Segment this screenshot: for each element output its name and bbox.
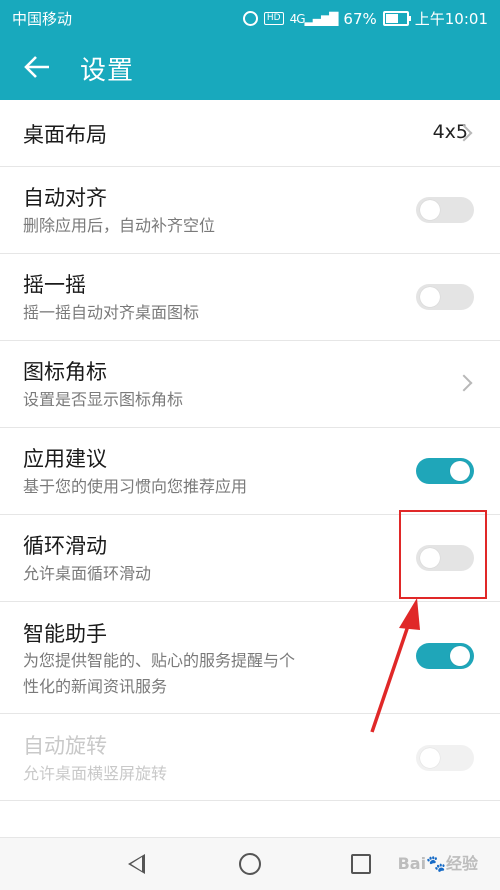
toggle-knob (420, 200, 440, 220)
auto-align-toggle[interactable] (416, 197, 474, 223)
app-bar: 设置 (0, 34, 500, 100)
setting-smart-assistant[interactable]: 智能助手 为您提供智能的、贴心的服务提醒与个 性化的新闻资讯服务 (0, 602, 500, 714)
battery-icon (382, 11, 411, 26)
battery-fill (385, 14, 398, 23)
setting-title: 桌面布局 (23, 123, 107, 147)
nav-home-icon[interactable] (239, 853, 261, 875)
setting-subtitle: 允许桌面循环滑动 (23, 564, 152, 583)
toggle-knob (420, 287, 440, 307)
setting-icon-badge[interactable]: 图标角标 设置是否显示图标角标 (0, 341, 500, 428)
back-arrow-icon[interactable] (22, 52, 52, 82)
setting-subtitle: 基于您的使用习惯向您推荐应用 (23, 477, 248, 496)
setting-title: 图标角标 (23, 360, 107, 384)
setting-title: 循环滑动 (23, 534, 107, 558)
status-icons: HD 4G▂▄▆█ 67% 上午10:01 (242, 8, 488, 29)
clock: 上午10:01 (414, 10, 488, 28)
setting-title: 摇一摇 (23, 273, 86, 297)
toggle-knob (420, 748, 440, 768)
watermark-logo: Bai🐾经验 (397, 854, 478, 873)
hd-icon: HD (263, 12, 284, 25)
settings-list: 桌面布局 4x5 自动对齐 删除应用后，自动补齐空位 摇一摇 摇一摇自动对齐桌面… (0, 100, 500, 801)
app-suggest-toggle[interactable] (416, 458, 474, 484)
signal-icon: 4G▂▄▆█ (289, 11, 339, 26)
battery-percent: 67% (343, 9, 377, 28)
navigation-bar: Bai🐾经验 (0, 837, 500, 890)
page-title: 设置 (80, 56, 135, 86)
setting-subtitle: 允许桌面横竖屏旋转 (23, 764, 168, 783)
setting-subtitle-line1: 为您提供智能的、贴心的服务提醒与个 (23, 651, 296, 670)
toggle-knob (450, 461, 470, 481)
nav-recent-apps-icon[interactable] (351, 854, 371, 874)
nav-back-icon[interactable] (128, 854, 145, 874)
status-bar: 中国移动 HD 4G▂▄▆█ 67% 上午10:01 (0, 0, 500, 34)
shake-toggle[interactable] (416, 284, 474, 310)
setting-subtitle: 摇一摇自动对齐桌面图标 (23, 303, 200, 322)
auto-rotate-toggle (416, 745, 474, 771)
annotation-highlight-box (399, 510, 487, 599)
setting-subtitle: 设置是否显示图标角标 (23, 390, 184, 409)
smart-assistant-toggle[interactable] (416, 643, 474, 669)
setting-auto-align[interactable]: 自动对齐 删除应用后，自动补齐空位 (0, 167, 500, 254)
setting-auto-rotate: 自动旋转 允许桌面横竖屏旋转 (0, 714, 500, 801)
setting-title: 智能助手 (23, 622, 107, 646)
carrier-label: 中国移动 (12, 10, 73, 28)
toggle-knob (450, 646, 470, 666)
setting-title: 自动旋转 (23, 734, 107, 758)
alarm-icon (242, 11, 258, 26)
setting-app-suggest[interactable]: 应用建议 基于您的使用习惯向您推荐应用 (0, 428, 500, 515)
setting-title: 自动对齐 (23, 186, 107, 210)
setting-title: 应用建议 (23, 447, 107, 471)
setting-shake[interactable]: 摇一摇 摇一摇自动对齐桌面图标 (0, 254, 500, 341)
chevron-right-icon (455, 374, 473, 392)
setting-subtitle-line2: 性化的新闻资讯服务 (23, 677, 168, 696)
setting-subtitle: 删除应用后，自动补齐空位 (23, 216, 216, 235)
setting-desktop-layout[interactable]: 桌面布局 4x5 (0, 100, 500, 167)
network-type: 4G (289, 11, 306, 26)
